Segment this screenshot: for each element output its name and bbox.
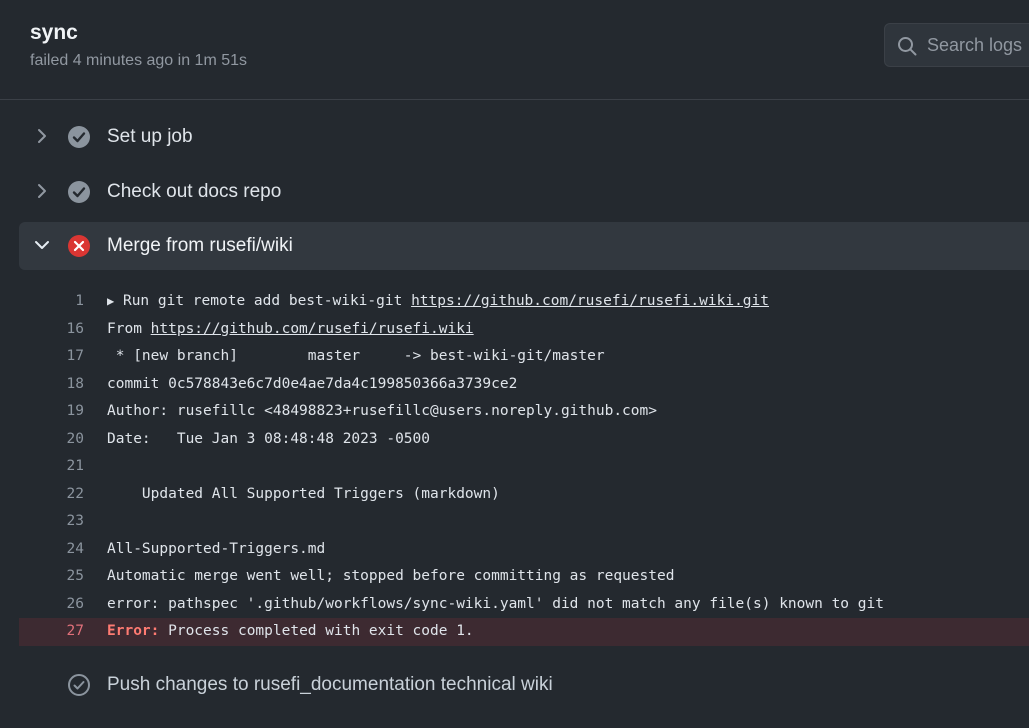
log-line: 21	[19, 453, 1029, 481]
line-number[interactable]: 21	[24, 453, 84, 481]
expand-triangle-icon[interactable]: ▶	[107, 294, 114, 308]
log-text: Process completed with exit code 1.	[159, 623, 474, 639]
step-label: Merge from rusefi/wiki	[107, 235, 293, 256]
line-number[interactable]: 17	[24, 343, 84, 371]
search-box[interactable]	[884, 23, 1029, 67]
line-number[interactable]: 23	[24, 508, 84, 536]
log-text: From	[107, 320, 151, 337]
log-text: Automatic merge went well; stopped befor…	[107, 568, 675, 584]
log-line[interactable]: 1 ▶ Run git remote add best-wiki-git htt…	[19, 288, 1029, 316]
log-line: 23	[19, 508, 1029, 536]
log-link[interactable]: https://github.com/rusefi/rusefi.wiki	[151, 321, 474, 337]
check-circle-icon	[68, 181, 90, 203]
log-text: Run git remote add best-wiki-git	[122, 293, 412, 309]
line-number[interactable]: 25	[24, 563, 84, 591]
log-line: 22 Updated All Supported Triggers (markd…	[19, 481, 1029, 509]
log-line: 20 Date: Tue Jan 3 08:48:48 2023 -0500	[19, 426, 1029, 454]
log-text: * [new branch] master -> best-wiki-git/m…	[107, 348, 605, 364]
job-header: sync failed 4 minutes ago in 1m 51s	[0, 0, 1029, 100]
error-log-line: 27 Error: Process completed with exit co…	[19, 618, 1029, 646]
chevron-right-icon[interactable]	[33, 127, 51, 145]
log-line: 19 Author: rusefillc <48498823+rusefillc…	[19, 398, 1029, 426]
line-number[interactable]: 27	[24, 618, 84, 646]
log-line: 18 commit 0c578843e6c7d0e4ae7da4c1998503…	[19, 371, 1029, 399]
x-circle-icon	[68, 235, 90, 257]
log-line: 24 All-Supported-Triggers.md	[19, 536, 1029, 564]
line-number[interactable]: 20	[24, 426, 84, 454]
log-line: 16 From https://github.com/rusefi/rusefi…	[19, 316, 1029, 344]
step-label: Push changes to rusefi_documentation tec…	[107, 674, 553, 695]
log-line: 17 * [new branch] master -> best-wiki-gi…	[19, 343, 1029, 371]
log-output: 1 ▶ Run git remote add best-wiki-git htt…	[19, 288, 1029, 646]
chevron-right-icon[interactable]	[33, 182, 51, 200]
error-label: Error:	[107, 623, 160, 639]
log-text: error: pathspec '.github/workflows/sync-…	[107, 595, 884, 612]
log-link[interactable]: https://github.com/rusefi/rusefi.wiki.gi…	[411, 293, 769, 309]
step-check-out-docs-repo[interactable]: Check out docs repo	[19, 168, 1029, 216]
search-icon	[898, 37, 917, 56]
line-number[interactable]: 16	[24, 316, 84, 344]
line-number[interactable]: 19	[24, 398, 84, 426]
step-set-up-job[interactable]: Set up job	[19, 113, 1029, 161]
line-number[interactable]: 18	[24, 371, 84, 399]
chevron-down-icon[interactable]	[33, 236, 51, 254]
line-number[interactable]: 26	[24, 591, 84, 619]
job-title: sync	[30, 21, 78, 44]
step-push-changes[interactable]: Push changes to rusefi_documentation tec…	[19, 668, 1029, 708]
log-text: All-Supported-Triggers.md	[107, 540, 326, 557]
log-line: 25 Automatic merge went well; stopped be…	[19, 563, 1029, 591]
step-merge-from-rusefi-wiki[interactable]: Merge from rusefi/wiki	[19, 222, 1029, 270]
log-text: commit 0c578843e6c7d0e4ae7da4c199850366a…	[107, 375, 518, 392]
check-circle-icon	[68, 126, 90, 148]
line-number[interactable]: 1	[24, 288, 84, 316]
log-text: Updated All Supported Triggers (markdown…	[107, 485, 500, 502]
line-number[interactable]: 24	[24, 536, 84, 564]
line-number[interactable]: 22	[24, 481, 84, 509]
log-line: 26 error: pathspec '.github/workflows/sy…	[19, 591, 1029, 619]
log-text: Date: Tue Jan 3 08:48:48 2023 -0500	[107, 430, 431, 447]
log-text: Author: rusefillc <48498823+rusefillc@us…	[107, 403, 657, 419]
step-label: Check out docs repo	[107, 181, 282, 202]
step-label: Set up job	[107, 126, 193, 147]
check-circle-icon	[68, 674, 90, 696]
search-input[interactable]	[927, 24, 1029, 66]
job-status: failed 4 minutes ago in 1m 51s	[30, 52, 248, 69]
